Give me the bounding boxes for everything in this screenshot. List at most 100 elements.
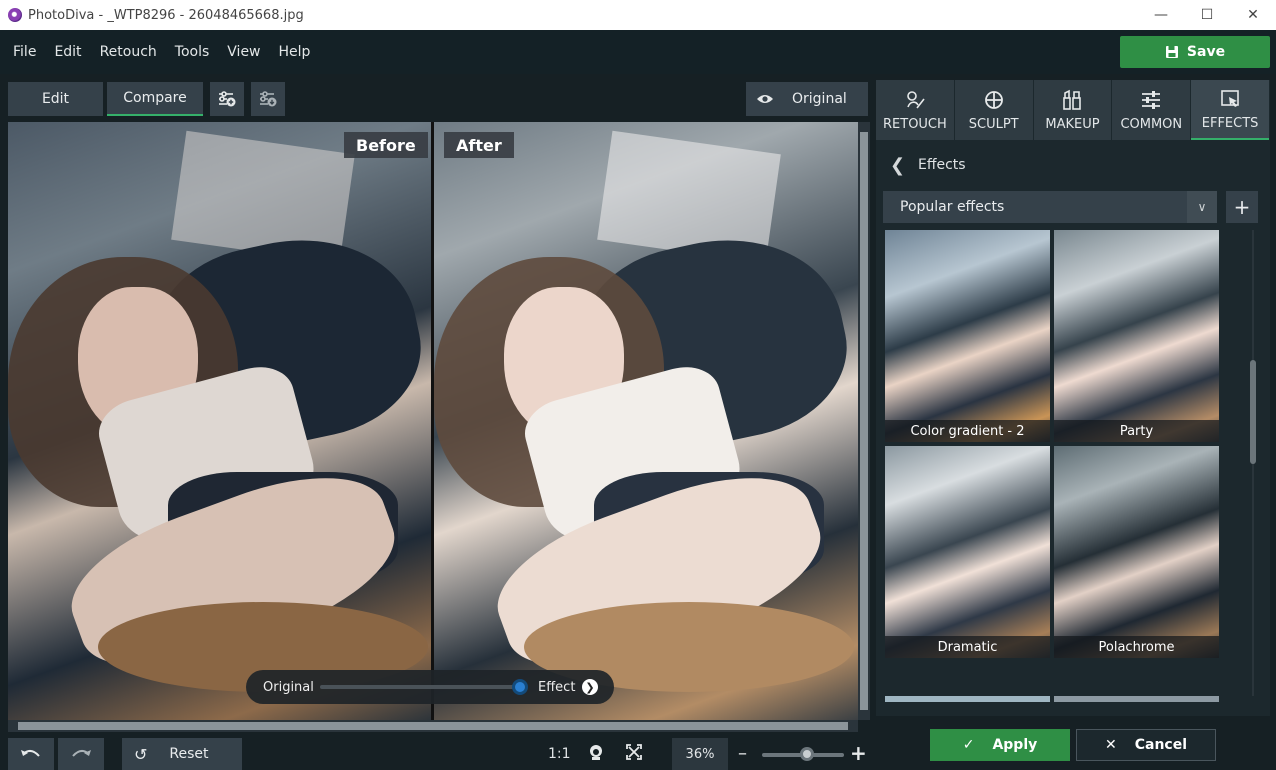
window-controls: — ☐ ✕ — [1138, 0, 1276, 30]
slider-track[interactable] — [320, 685, 520, 689]
tab-common[interactable]: COMMON — [1112, 80, 1191, 140]
after-photo — [434, 122, 858, 720]
breadcrumb: ❮ Effects — [876, 146, 1270, 184]
save-label: Save — [1186, 44, 1226, 60]
slider-knob[interactable] — [512, 679, 528, 695]
chevron-down-icon[interactable]: ∨ — [1187, 191, 1217, 223]
photo-canvas[interactable]: Before After — [8, 122, 858, 720]
zoom-in-icon[interactable]: + — [850, 741, 867, 765]
apply-button[interactable]: ✓ Apply — [930, 729, 1070, 761]
preset-thumbnail — [885, 230, 1050, 442]
tab-retouch[interactable]: RETOUCH — [876, 80, 954, 140]
floppy-disk-icon — [1165, 46, 1178, 58]
menu-edit[interactable]: Edit — [45, 44, 90, 60]
sliders-plus-icon — [219, 91, 236, 107]
face-detect-icon[interactable] — [588, 744, 604, 764]
tab-label: RETOUCH — [883, 116, 947, 132]
preset-grid: Color gradient - 2 Party Dramatic Polach… — [885, 230, 1221, 702]
maximize-icon[interactable]: ☐ — [1184, 0, 1230, 30]
redo-button[interactable] — [58, 738, 104, 770]
preset-scrollbar[interactable] — [1248, 230, 1258, 696]
view-toolbar: Edit Compare Original — [0, 74, 872, 122]
slider-original-label: Original — [263, 679, 314, 695]
effects-icon — [1221, 89, 1239, 107]
tab-label: EFFECTS — [1201, 115, 1259, 131]
cancel-button[interactable]: ✕ Cancel — [1076, 729, 1216, 761]
slider-effect-label: Effect — [538, 679, 576, 695]
preset-card[interactable]: Dramatic — [885, 446, 1050, 658]
zoom-out-icon[interactable]: – — [738, 743, 747, 764]
retouch-icon — [907, 90, 925, 108]
eye-icon — [757, 95, 773, 103]
zoom-slider-knob[interactable] — [800, 747, 814, 761]
before-photo — [8, 122, 431, 720]
canvas-vertical-scrollbar[interactable] — [858, 122, 870, 720]
menu-bar: File Edit Retouch Tools View Help Save — [0, 30, 1276, 74]
sculpt-icon — [984, 90, 1003, 109]
preset-label: Dramatic — [885, 636, 1050, 658]
preset-card-selected[interactable]: Polachrome — [1054, 446, 1219, 658]
menu-view[interactable]: View — [218, 44, 269, 60]
cancel-label: Cancel — [1134, 737, 1187, 753]
show-original-button[interactable]: Original — [746, 82, 868, 116]
sliders-icon — [1142, 90, 1161, 109]
after-label: After — [444, 132, 514, 158]
effect-strength-slider: Original Effect ❯ — [246, 670, 614, 704]
preset-label: Party — [1054, 420, 1219, 442]
preset-card[interactable] — [885, 696, 1050, 702]
close-icon[interactable]: ✕ — [1230, 0, 1276, 30]
add-adjustment-button[interactable] — [210, 82, 244, 116]
reset-label: Reset — [169, 746, 209, 762]
preset-card[interactable]: Party — [1054, 230, 1219, 442]
apply-label: Apply — [992, 737, 1038, 753]
reset-button[interactable]: ↺ Reset — [122, 738, 242, 770]
title-bar: PhotoDiva - _WTP8296 - 26048465668.jpg —… — [0, 0, 1276, 30]
save-button[interactable]: Save — [1120, 36, 1270, 68]
menu-retouch[interactable]: Retouch — [91, 44, 166, 60]
zoom-one-to-one-button[interactable]: 1:1 — [548, 746, 571, 762]
menu-tools[interactable]: Tools — [166, 44, 219, 60]
preset-card[interactable]: Color gradient - 2 — [885, 230, 1050, 442]
makeup-icon — [1063, 89, 1082, 110]
preset-card[interactable] — [1054, 696, 1219, 702]
breadcrumb-title: Effects — [918, 157, 966, 173]
compare-mode-button[interactable]: Compare — [107, 82, 203, 116]
tab-makeup[interactable]: MAKEUP — [1033, 80, 1112, 140]
redo-icon — [72, 750, 91, 757]
before-label: Before — [344, 132, 428, 158]
scrollbar-thumb[interactable] — [18, 722, 848, 730]
reset-icon: ↺ — [134, 744, 148, 764]
compare-divider[interactable] — [431, 122, 434, 720]
tab-label: COMMON — [1120, 116, 1183, 132]
chevron-right-icon[interactable]: ❯ — [582, 679, 598, 695]
canvas-horizontal-scrollbar[interactable] — [8, 720, 858, 732]
tab-label: MAKEUP — [1045, 116, 1100, 132]
edit-mode-button[interactable]: Edit — [8, 82, 103, 116]
fit-to-screen-icon[interactable] — [626, 744, 642, 764]
original-label: Original — [792, 91, 847, 107]
scrollbar-thumb[interactable] — [1250, 360, 1256, 464]
check-icon: ✓ — [962, 737, 975, 753]
preset-label: Polachrome — [1054, 636, 1219, 658]
save-preset-button[interactable] — [251, 82, 285, 116]
chevron-left-icon[interactable]: ❮ — [890, 155, 905, 176]
preset-label: Color gradient - 2 — [885, 420, 1050, 442]
tab-label: SCULPT — [968, 116, 1019, 132]
minimize-icon[interactable]: — — [1138, 0, 1184, 30]
app-logo-icon — [8, 8, 22, 22]
scrollbar-thumb[interactable] — [860, 132, 868, 710]
menu-file[interactable]: File — [4, 44, 45, 60]
undo-button[interactable] — [8, 738, 54, 770]
add-preset-button[interactable]: + — [1226, 191, 1258, 223]
preset-category-dropdown[interactable]: Popular effects ∨ — [883, 191, 1217, 223]
close-icon: ✕ — [1104, 737, 1117, 753]
preset-category-value: Popular effects — [900, 199, 1005, 215]
tab-sculpt[interactable]: SCULPT — [954, 80, 1033, 140]
tools-panel: RETOUCH SCULPT MAKEUP COMMON EFFECTS ❮ E… — [876, 80, 1270, 716]
window-title: PhotoDiva - _WTP8296 - 26048465668.jpg — [28, 7, 304, 23]
zoom-level-field[interactable]: 36% — [672, 738, 728, 770]
undo-icon — [21, 750, 40, 757]
preset-thumbnail — [885, 446, 1050, 658]
tab-effects[interactable]: EFFECTS — [1191, 80, 1269, 140]
menu-help[interactable]: Help — [270, 44, 320, 60]
